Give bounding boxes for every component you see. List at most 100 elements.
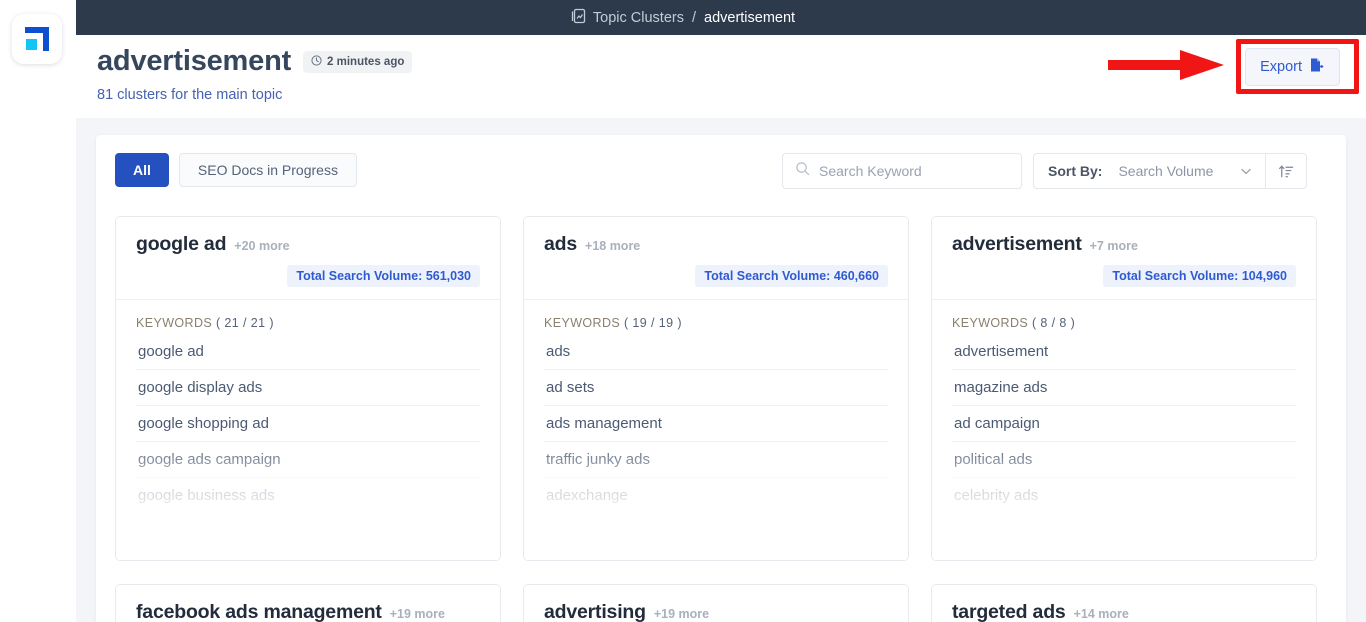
search-box[interactable]: [782, 153, 1022, 189]
keyword-item[interactable]: advertisement: [952, 334, 1296, 370]
card-title-row: google ad +20 more: [136, 233, 480, 256]
cluster-card[interactable]: advertisement +7 more Total Search Volum…: [931, 216, 1317, 561]
card-more-count: +19 more: [654, 607, 709, 621]
red-arrow-annotation: [1108, 47, 1226, 88]
card-more-count: +7 more: [1090, 239, 1138, 253]
card-volume-row: Total Search Volume: 460,660: [544, 265, 888, 287]
cluster-card[interactable]: facebook ads management +19 more Total S…: [115, 584, 501, 622]
breadcrumb: Topic Clusters / advertisement: [571, 8, 795, 28]
keyword-item[interactable]: ad sets: [544, 370, 888, 406]
page-header: advertisement 2 minutes ago 81 clusters …: [76, 35, 1366, 118]
sort-by-label: Sort By:: [1034, 163, 1102, 179]
total-search-volume-badge: Total Search Volume: 561,030: [287, 265, 480, 287]
card-header: facebook ads management +19 more Total S…: [116, 585, 500, 622]
file-export-icon: [1309, 57, 1325, 77]
document-chart-icon: [571, 8, 586, 28]
keyword-list: google ad google display ads google shop…: [116, 334, 500, 560]
cluster-card[interactable]: advertising +19 more Total Search Volume…: [523, 584, 909, 622]
card-header: targeted ads +14 more Total Search Volum…: [932, 585, 1316, 622]
page-title: advertisement: [97, 45, 291, 78]
keywords-header: KEYWORDS ( 21 / 21 ): [116, 300, 500, 334]
keyword-item[interactable]: celebrity ads: [952, 478, 1296, 514]
keywords-count: ( 19 / 19 ): [624, 316, 682, 330]
keyword-item[interactable]: magazine ads: [952, 370, 1296, 406]
keyword-item[interactable]: ad campaign: [952, 406, 1296, 442]
clusters-panel: All SEO Docs in Progress Sort By: Search…: [96, 135, 1346, 622]
cluster-card[interactable]: targeted ads +14 more Total Search Volum…: [931, 584, 1317, 622]
search-input[interactable]: [819, 163, 997, 179]
card-header: google ad +20 more Total Search Volume: …: [116, 217, 500, 300]
page-subtitle: 81 clusters for the main topic: [97, 87, 282, 103]
total-search-volume-badge: Total Search Volume: 104,960: [1103, 265, 1296, 287]
keyword-item[interactable]: adexchange: [544, 478, 888, 514]
corner-bracket-logo-icon: [22, 24, 52, 54]
sort-ascending-icon[interactable]: [1266, 153, 1306, 189]
filter-chip-group: All SEO Docs in Progress: [115, 153, 357, 187]
filter-chip-all[interactable]: All: [115, 153, 169, 187]
keywords-header: KEYWORDS ( 8 / 8 ): [932, 300, 1316, 334]
keywords-label: KEYWORDS: [136, 316, 212, 330]
keyword-item[interactable]: ad services: [544, 514, 888, 550]
clusters-toolbar: All SEO Docs in Progress Sort By: Search…: [96, 153, 1346, 191]
total-search-volume-badge: Total Search Volume: 460,660: [695, 265, 888, 287]
last-updated-text: 2 minutes ago: [327, 56, 404, 68]
card-more-count: +18 more: [585, 239, 640, 253]
export-button[interactable]: Export: [1245, 48, 1340, 86]
app-logo[interactable]: [12, 14, 62, 64]
card-volume-row: Total Search Volume: 561,030: [136, 265, 480, 287]
main-content: All SEO Docs in Progress Sort By: Search…: [76, 118, 1366, 622]
card-more-count: +19 more: [390, 607, 445, 621]
card-title: advertisement: [952, 233, 1082, 256]
chevron-down-icon[interactable]: [1239, 164, 1265, 178]
card-title: google ad: [136, 233, 226, 256]
keywords-label: KEYWORDS: [952, 316, 1028, 330]
filter-chip-seo-docs-in-progress[interactable]: SEO Docs in Progress: [179, 153, 357, 187]
breadcrumb-current: advertisement: [704, 10, 795, 26]
card-title: facebook ads management: [136, 601, 382, 622]
card-title-row: advertisement +7 more: [952, 233, 1296, 256]
export-area: Export: [1245, 48, 1340, 86]
keywords-count: ( 21 / 21 ): [216, 316, 274, 330]
keyword-item[interactable]: google shopping ad: [136, 406, 480, 442]
card-more-count: +20 more: [234, 239, 289, 253]
page-title-row: advertisement 2 minutes ago: [97, 45, 412, 78]
card-header: advertisement +7 more Total Search Volum…: [932, 217, 1316, 300]
sort-by-value[interactable]: Search Volume: [1102, 163, 1239, 179]
search-icon: [795, 161, 810, 181]
cluster-card[interactable]: google ad +20 more Total Search Volume: …: [115, 216, 501, 561]
keyword-item[interactable]: google ad: [136, 334, 480, 370]
keywords-label: KEYWORDS: [544, 316, 620, 330]
sort-control: Sort By: Search Volume: [1033, 153, 1307, 189]
card-title-row: targeted ads +14 more: [952, 601, 1296, 622]
breadcrumb-separator: /: [692, 10, 696, 26]
keyword-item[interactable]: google display ads: [136, 370, 480, 406]
card-title-row: ads +18 more: [544, 233, 888, 256]
breadcrumb-parent[interactable]: Topic Clusters: [593, 10, 684, 26]
card-title: targeted ads: [952, 601, 1066, 622]
cluster-card[interactable]: ads +18 more Total Search Volume: 460,66…: [523, 216, 909, 561]
keyword-item[interactable]: ads management: [544, 406, 888, 442]
keyword-list: advertisement magazine ads ad campaign p…: [932, 334, 1316, 560]
card-volume-row: Total Search Volume: 104,960: [952, 265, 1296, 287]
keyword-item[interactable]: google business ads: [136, 478, 480, 514]
cluster-card-grid: google ad +20 more Total Search Volume: …: [115, 216, 1330, 622]
keywords-header: KEYWORDS ( 19 / 19 ): [524, 300, 908, 334]
card-header: ads +18 more Total Search Volume: 460,66…: [524, 217, 908, 300]
keyword-item[interactable]: google ads campaign: [136, 442, 480, 478]
card-header: advertising +19 more Total Search Volume…: [524, 585, 908, 622]
card-title: advertising: [544, 601, 646, 622]
keyword-list: ads ad sets ads management traffic junky…: [524, 334, 908, 560]
keyword-item[interactable]: google ads for nonprofits: [136, 514, 480, 550]
keywords-count: ( 8 / 8 ): [1032, 316, 1075, 330]
clock-icon: [311, 55, 322, 69]
export-button-label: Export: [1260, 59, 1302, 75]
keyword-item[interactable]: political ads: [952, 442, 1296, 478]
keyword-item[interactable]: ads: [544, 334, 888, 370]
card-title-row: advertising +19 more: [544, 601, 888, 622]
card-title: ads: [544, 233, 577, 256]
last-updated-badge: 2 minutes ago: [303, 51, 412, 73]
keyword-item[interactable]: product ads: [952, 514, 1296, 550]
card-more-count: +14 more: [1074, 607, 1129, 621]
keyword-item[interactable]: traffic junky ads: [544, 442, 888, 478]
left-rail: [0, 0, 76, 622]
